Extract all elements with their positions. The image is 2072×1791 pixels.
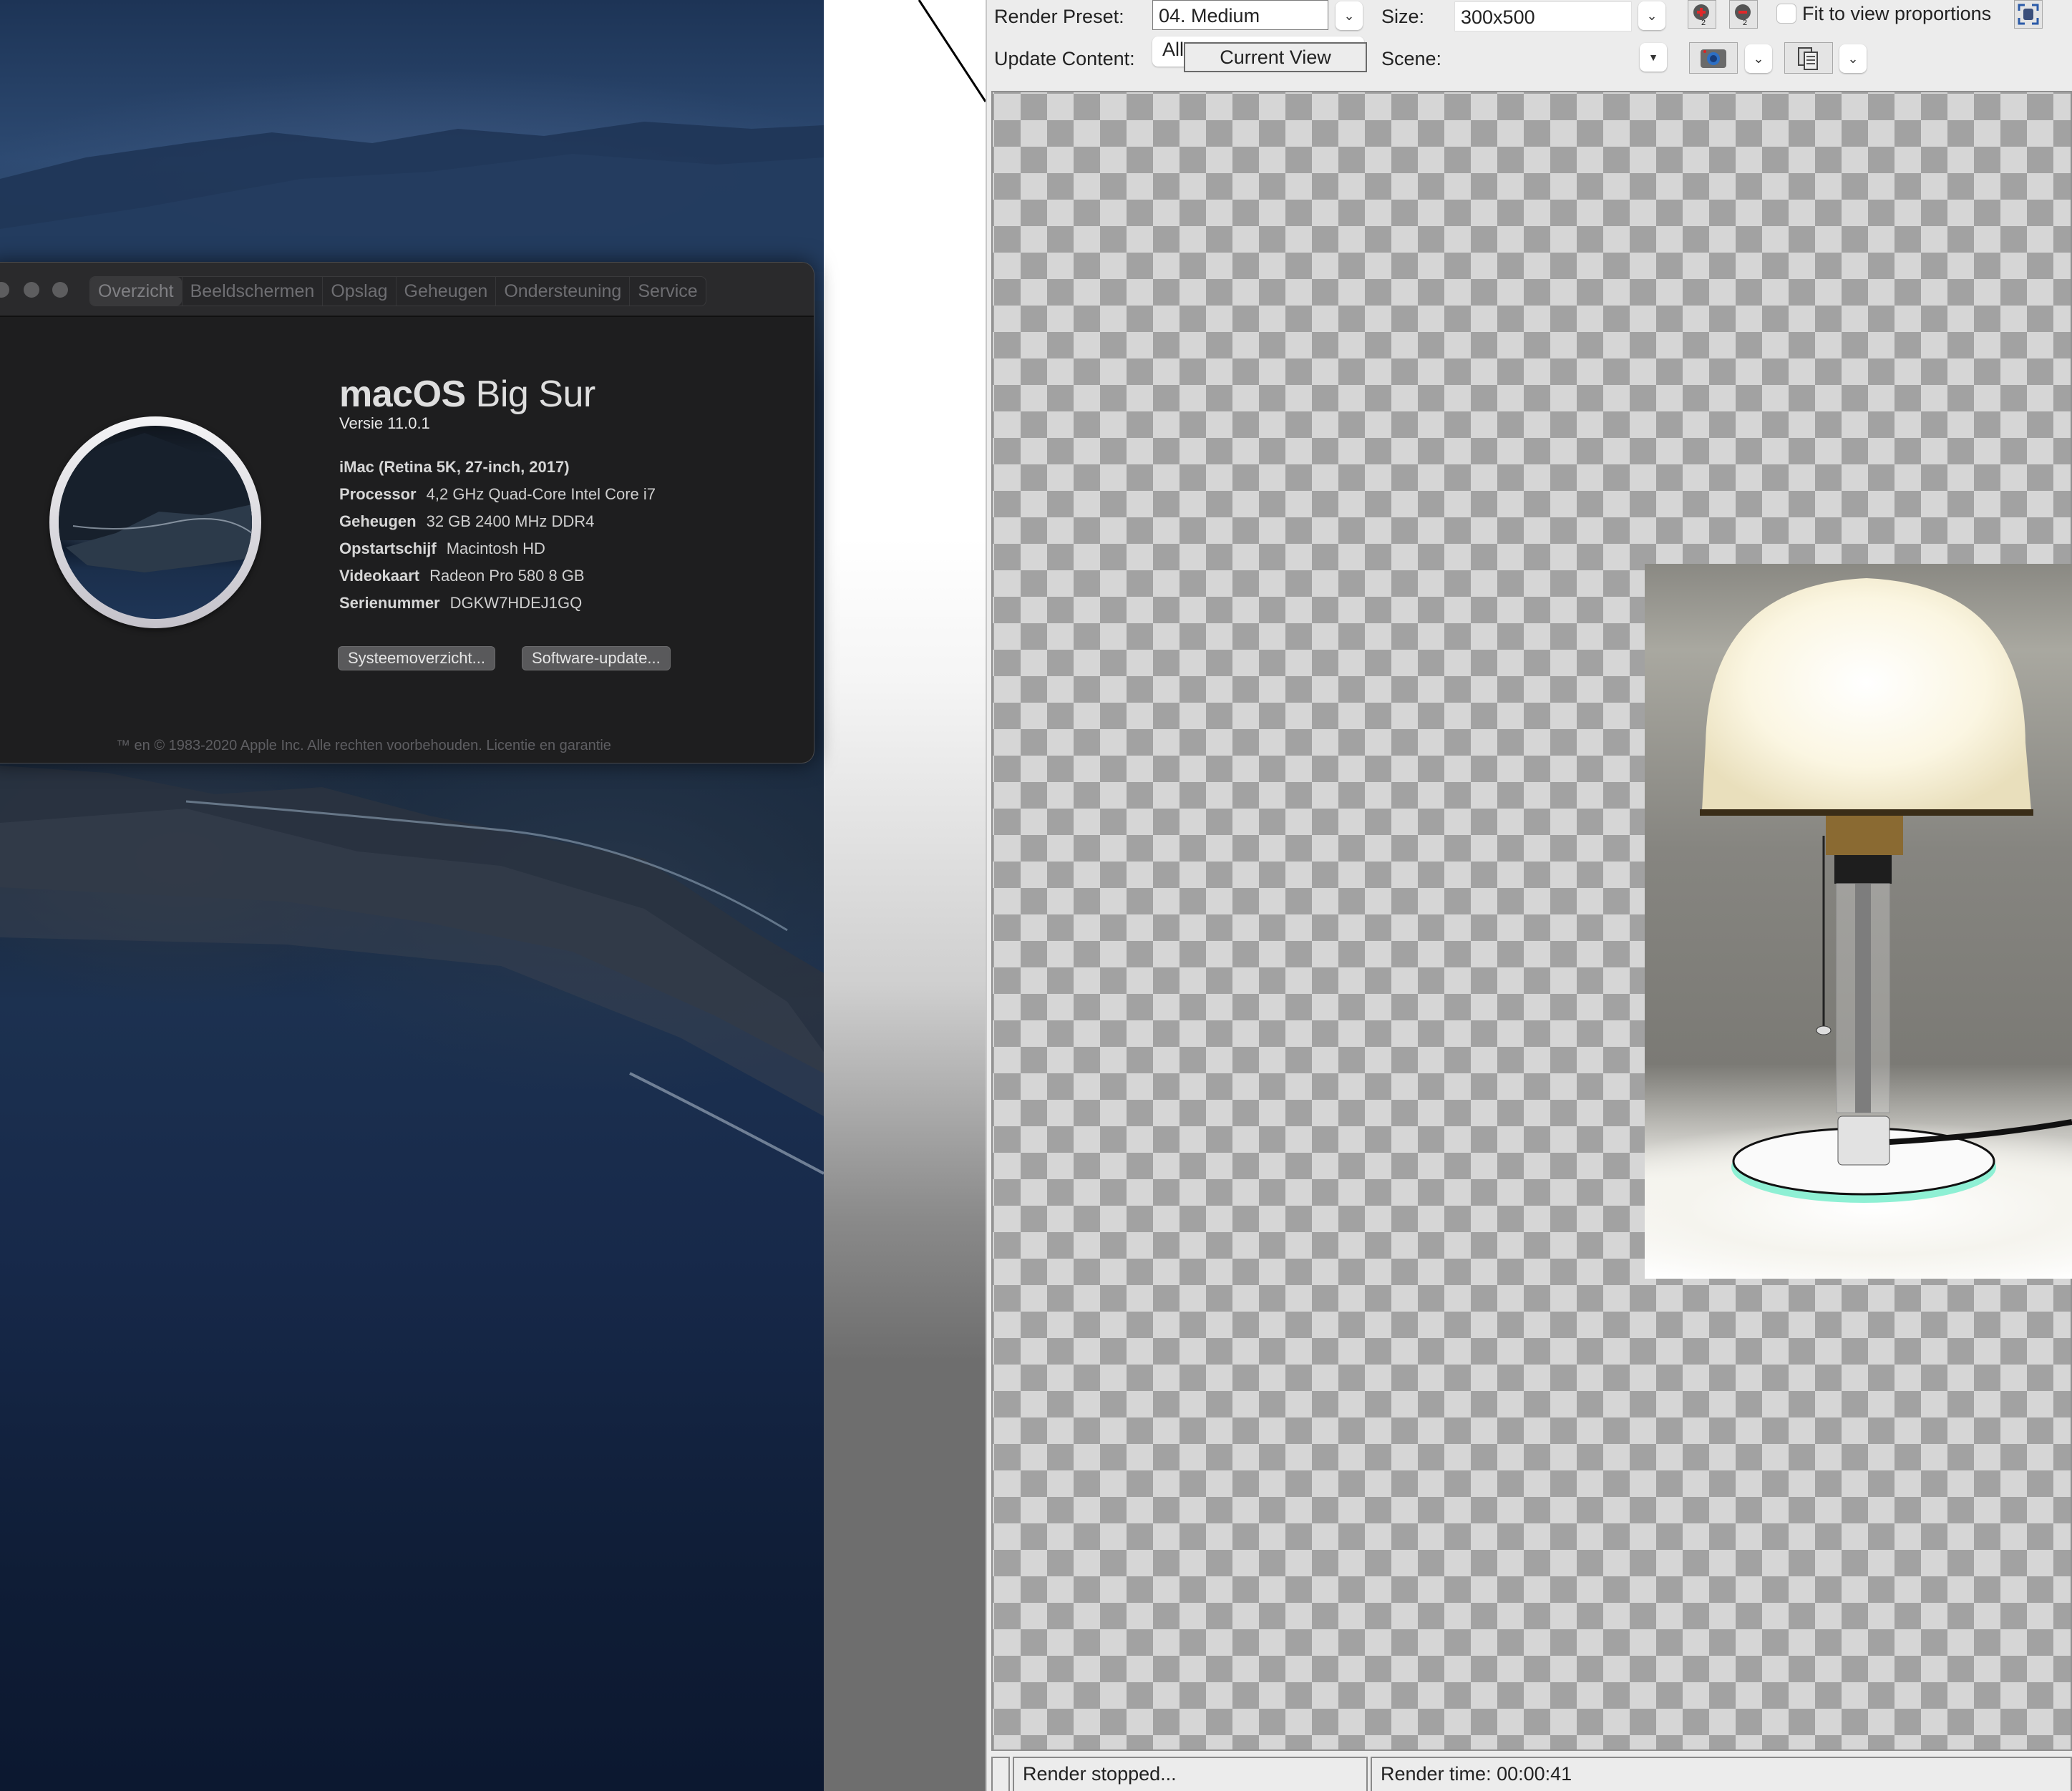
scene-label: Scene: — [1381, 48, 1442, 69]
copy-button[interactable] — [1784, 42, 1833, 74]
triangle-down-icon: ▼ — [1648, 52, 1658, 63]
fit-to-view-label: Fit to view proportions — [1802, 3, 1992, 24]
snapshot-dropdown[interactable]: ⌄ — [1745, 44, 1772, 73]
copyright-text: ™ en © 1983-2020 Apple Inc. Alle rechten… — [116, 738, 611, 753]
background-gradient-area — [824, 0, 986, 1791]
svg-text:2: 2 — [1701, 19, 1706, 26]
zoom-out-2x-button[interactable]: 2 — [1729, 0, 1758, 29]
big-sur-landscape-image — [59, 426, 252, 619]
window-titlebar: Overzicht Beeldschermen Opslag Geheugen … — [0, 263, 814, 317]
chevron-down-icon: ⌄ — [1343, 9, 1355, 23]
svg-text:2: 2 — [1743, 19, 1747, 26]
macos-big-sur-icon — [49, 416, 261, 628]
render-output-image — [1645, 564, 2072, 1279]
update-content-label: Update Content: — [994, 48, 1135, 69]
close-window-button[interactable] — [0, 282, 9, 298]
tab-opslag[interactable]: Opslag — [322, 277, 395, 306]
zoom-in-2x-icon: 2 — [1693, 4, 1709, 26]
copy-documents-icon — [1798, 47, 1818, 70]
render-status-text: Render stopped... — [1013, 1757, 1368, 1791]
chevron-down-icon: ⌄ — [1646, 9, 1658, 23]
tab-beeldschermen[interactable]: Beeldschermen — [181, 277, 323, 306]
zoom-window-button[interactable] — [52, 282, 68, 298]
system-report-button[interactable]: Systeemoverzicht... — [338, 646, 495, 670]
render-time-text: Render time: 00:00:41 — [1371, 1757, 2072, 1791]
fit-to-view-checkbox[interactable] — [1776, 4, 1796, 24]
update-content-value: All — [1162, 39, 1185, 60]
zoom-out-2x-icon: 2 — [1735, 4, 1751, 26]
fit-to-window-icon — [2018, 4, 2039, 25]
lamp-render — [1700, 578, 2072, 1203]
zoom-in-2x-button[interactable]: 2 — [1688, 0, 1716, 29]
scene-dropdown[interactable]: ▼ — [1640, 43, 1667, 72]
render-preset-field[interactable]: 04. Medium — [1152, 0, 1328, 30]
render-preset-dropdown[interactable]: ⌄ — [1336, 1, 1363, 30]
spec-serial-number: Serienummer DGKW7HDEJ1GQ — [339, 594, 583, 612]
status-bar: Render stopped... Render time: 00:00:41 — [991, 1757, 2072, 1791]
diagonal-line — [918, 0, 986, 102]
tab-ondersteuning[interactable]: Ondersteuning — [495, 277, 629, 306]
os-name: macOS Big Sur — [339, 374, 595, 415]
chevron-down-icon: ⌄ — [1847, 52, 1859, 66]
os-version: Versie 11.0.1 — [339, 414, 430, 432]
tab-overzicht[interactable]: Overzicht — [90, 277, 182, 306]
spec-graphics: Videokaart Radeon Pro 580 8 GB — [339, 567, 585, 585]
copy-dropdown[interactable]: ⌄ — [1839, 44, 1867, 73]
camera-icon — [1701, 49, 1726, 68]
minimize-window-button[interactable] — [24, 282, 39, 298]
size-field[interactable]: 300x500 — [1454, 1, 1632, 31]
size-label: Size: — [1381, 6, 1425, 27]
tab-service[interactable]: Service — [629, 277, 705, 306]
tab-geheugen[interactable]: Geheugen — [395, 277, 496, 306]
render-preset-label: Render Preset: — [994, 6, 1124, 27]
spec-memory: Geheugen 32 GB 2400 MHz DDR4 — [339, 512, 595, 530]
fit-to-window-button[interactable] — [2014, 0, 2043, 29]
spec-startup-disk: Opstartschijf Macintosh HD — [339, 540, 545, 557]
size-dropdown[interactable]: ⌄ — [1638, 1, 1665, 30]
scene-select[interactable]: Current View — [1184, 42, 1367, 72]
status-indicator — [991, 1757, 1010, 1791]
spec-processor: Processor 4,2 GHz Quad-Core Intel Core i7 — [339, 485, 656, 503]
mac-model: iMac (Retina 5K, 27-inch, 2017) — [339, 458, 570, 476]
about-this-mac-window: Overzicht Beeldschermen Opslag Geheugen … — [0, 262, 814, 763]
snapshot-button[interactable] — [1689, 42, 1738, 74]
tab-bar: Overzicht Beeldschermen Opslag Geheugen … — [89, 276, 706, 306]
chevron-down-icon: ⌄ — [1753, 52, 1764, 66]
software-update-button[interactable]: Software-update... — [522, 646, 671, 670]
